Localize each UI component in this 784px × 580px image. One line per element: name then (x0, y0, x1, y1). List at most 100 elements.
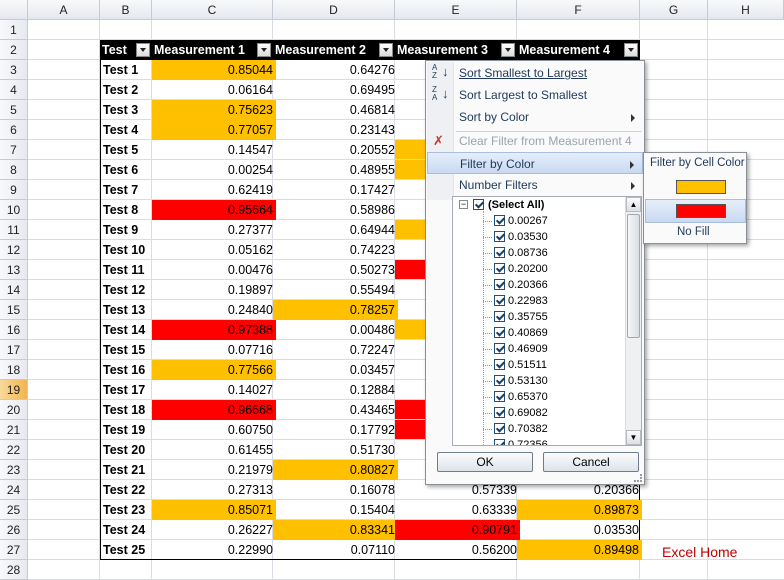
measurement-4-cell[interactable]: 0.89498 (517, 540, 642, 560)
measurement-2-cell[interactable]: 0.43465 (273, 400, 398, 420)
row-header-7[interactable]: 7 (0, 140, 28, 160)
value-checkbox[interactable] (494, 231, 505, 242)
measurement-1-cell[interactable]: 0.00254 (152, 160, 276, 180)
row-label[interactable]: Test 24 (101, 520, 154, 540)
measurement-3-cell[interactable]: 0.63339 (395, 500, 520, 520)
measurement-1-cell[interactable]: 0.27313 (152, 480, 276, 500)
resize-grip-icon[interactable] (634, 474, 642, 482)
red-color-option[interactable] (676, 204, 726, 218)
measurement-1-cell[interactable]: 0.96668 (152, 400, 276, 420)
measurement-1-cell[interactable]: 0.19897 (152, 280, 276, 300)
measurement-2-cell[interactable]: 0.55494 (273, 280, 398, 300)
measurement-2-cell[interactable]: 0.07110 (273, 540, 398, 560)
measurement-4-cell[interactable]: 0.03530 (517, 520, 642, 540)
value-checkbox[interactable] (494, 247, 505, 258)
value-checkbox[interactable] (494, 215, 505, 226)
row-label[interactable]: Test 14 (101, 320, 154, 340)
row-label[interactable]: Test 16 (101, 360, 154, 380)
value-checkbox[interactable] (494, 359, 505, 370)
measurement-3-cell[interactable]: 0.56200 (395, 540, 520, 560)
orange-color-option[interactable] (676, 180, 726, 194)
row-header-28[interactable]: 28 (0, 560, 28, 580)
measurement-1-cell[interactable]: 0.61455 (152, 440, 276, 460)
measurement-1-cell[interactable]: 0.77566 (152, 360, 276, 380)
column-header-b[interactable]: B (100, 0, 152, 20)
measurement-1-cell[interactable]: 0.62419 (152, 180, 276, 200)
row-label[interactable]: Test 8 (101, 200, 154, 220)
row-header-19[interactable]: 19 (0, 380, 28, 400)
sort-by-color-item[interactable]: Sort by Color (427, 106, 643, 128)
measurement-2-cell[interactable]: 0.00486 (273, 320, 398, 340)
ok-button[interactable]: OK (437, 452, 533, 472)
select-all-checkbox[interactable] (473, 199, 484, 210)
cancel-button[interactable]: Cancel (543, 452, 639, 472)
column-header-f[interactable]: F (517, 0, 640, 20)
measurement-1-cell[interactable]: 0.75623 (152, 100, 276, 120)
filter-dropdown-button[interactable] (379, 43, 393, 57)
filter-dropdown-button[interactable] (501, 43, 515, 57)
row-header-9[interactable]: 9 (0, 180, 28, 200)
row-header-11[interactable]: 11 (0, 220, 28, 240)
row-header-4[interactable]: 4 (0, 80, 28, 100)
measurement-2-cell[interactable]: 0.80827 (273, 460, 398, 480)
value-checkbox[interactable] (494, 279, 505, 290)
filter-dropdown-button[interactable] (257, 43, 271, 57)
row-label[interactable]: Test 23 (101, 500, 154, 520)
row-header-20[interactable]: 20 (0, 400, 28, 420)
row-label[interactable]: Test 22 (101, 480, 154, 500)
measurement-1-cell[interactable]: 0.85044 (152, 60, 276, 80)
row-label[interactable]: Test 25 (101, 540, 154, 560)
row-header-26[interactable]: 26 (0, 520, 28, 540)
measurement-2-cell[interactable]: 0.48955 (273, 160, 398, 180)
measurement-4-cell[interactable]: 0.89873 (517, 500, 642, 520)
row-header-2[interactable]: 2 (0, 40, 28, 60)
scroll-up-button[interactable]: ▲ (626, 197, 641, 212)
measurement-2-cell[interactable]: 0.69495 (273, 80, 398, 100)
column-header-c[interactable]: C (152, 0, 273, 20)
filter-by-color-item[interactable]: Filter by Color (427, 152, 643, 174)
value-checkbox[interactable] (494, 263, 505, 274)
filter-dropdown-button[interactable] (136, 43, 150, 57)
measurement-1-cell[interactable]: 0.60750 (152, 420, 276, 440)
measurement-1-cell[interactable]: 0.05162 (152, 240, 276, 260)
scroll-thumb[interactable] (627, 214, 640, 338)
value-checkbox[interactable] (494, 423, 505, 434)
row-label[interactable]: Test 1 (101, 60, 154, 80)
number-filters-item[interactable]: Number Filters (427, 174, 643, 196)
row-header-8[interactable]: 8 (0, 160, 28, 180)
row-header-17[interactable]: 17 (0, 340, 28, 360)
row-header-3[interactable]: 3 (0, 60, 28, 80)
measurement-2-cell[interactable]: 0.50273 (273, 260, 398, 280)
table-header-cell[interactable]: Measurement 1 (152, 40, 273, 60)
measurement-1-cell[interactable]: 0.14547 (152, 140, 276, 160)
row-label[interactable]: Test 7 (101, 180, 154, 200)
value-checkbox[interactable] (494, 407, 505, 418)
measurement-1-cell[interactable]: 0.21979 (152, 460, 276, 480)
measurement-2-cell[interactable]: 0.16078 (273, 480, 398, 500)
table-header-cell[interactable]: Measurement 2 (273, 40, 395, 60)
row-label[interactable]: Test 12 (101, 280, 154, 300)
row-header-6[interactable]: 6 (0, 120, 28, 140)
row-label[interactable]: Test 4 (101, 120, 154, 140)
measurement-2-cell[interactable]: 0.23143 (273, 120, 398, 140)
measurement-2-cell[interactable]: 0.20552 (273, 140, 398, 160)
sort-descending-item[interactable]: ZA ↓ Sort Largest to Smallest (427, 84, 643, 106)
measurement-2-cell[interactable]: 0.64944 (273, 220, 398, 240)
row-label[interactable]: Test 17 (101, 380, 154, 400)
table-header-cell[interactable]: Measurement 4 (517, 40, 640, 60)
measurement-1-cell[interactable]: 0.27377 (152, 220, 276, 240)
measurement-1-cell[interactable]: 0.77057 (152, 120, 276, 140)
measurement-2-cell[interactable]: 0.12884 (273, 380, 398, 400)
measurement-2-cell[interactable]: 0.58986 (273, 200, 398, 220)
row-header-27[interactable]: 27 (0, 540, 28, 560)
value-checkbox[interactable] (494, 343, 505, 354)
measurement-1-cell[interactable]: 0.26227 (152, 520, 276, 540)
measurement-1-cell[interactable]: 0.06164 (152, 80, 276, 100)
row-header-13[interactable]: 13 (0, 260, 28, 280)
column-header-a[interactable]: A (28, 0, 100, 20)
row-label[interactable]: Test 6 (101, 160, 154, 180)
row-header-21[interactable]: 21 (0, 420, 28, 440)
table-header-cell[interactable]: Measurement 3 (395, 40, 517, 60)
measurement-1-cell[interactable]: 0.97388 (152, 320, 276, 340)
measurement-2-cell[interactable]: 0.17792 (273, 420, 398, 440)
